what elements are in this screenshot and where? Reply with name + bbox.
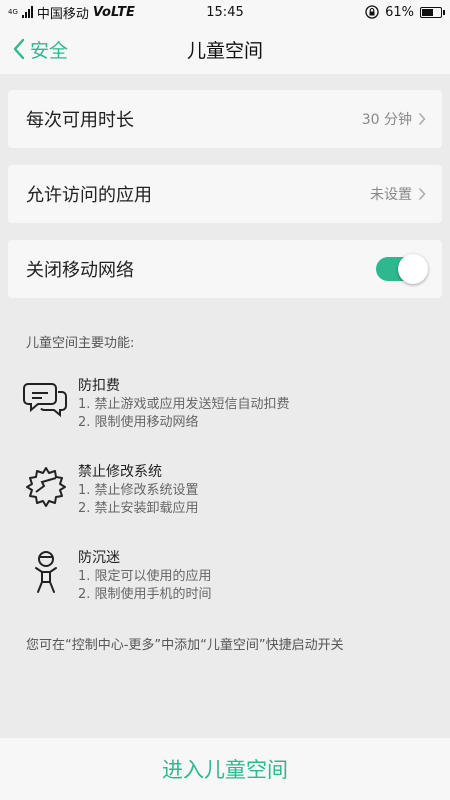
enter-kids-space-button[interactable]: 进入儿童空间 <box>162 754 288 784</box>
carrier-name: 中国移动 <box>36 6 89 22</box>
feature-line: 1. 限定可以使用的应用 <box>78 569 212 584</box>
feature-line: 2. 限制使用移动网络 <box>78 415 199 430</box>
back-button[interactable]: 安全 <box>12 24 68 74</box>
broken-gear-icon <box>26 467 66 507</box>
status-right: 61% <box>365 4 445 20</box>
feature-text: 防沉迷 1. 限定可以使用的应用 2. 限制使用手机的时间 <box>78 548 212 604</box>
chevron-right-icon <box>418 187 426 201</box>
nav-bar: 安全 儿童空间 <box>0 24 450 74</box>
chat-bubbles-icon <box>23 383 67 418</box>
setting-duration[interactable]: 每次可用时长 30 分钟 <box>8 90 442 148</box>
toggle-knob <box>398 254 428 284</box>
bottom-bar: 进入儿童空间 <box>0 738 450 800</box>
mobile-network-toggle[interactable] <box>376 254 428 284</box>
rotation-lock-icon <box>365 5 379 19</box>
setting-allowed-apps-value-group: 未设置 <box>370 184 426 204</box>
network-type: 4G <box>8 8 18 16</box>
feature-text: 禁止修改系统 1. 禁止修改系统设置 2. 禁止安装卸载应用 <box>78 462 199 518</box>
setting-mobile-network-label: 关闭移动网络 <box>26 260 134 281</box>
feature-line: 1. 禁止修改系统设置 <box>78 483 199 498</box>
setting-mobile-network: 关闭移动网络 <box>8 240 442 298</box>
battery-fill <box>422 8 433 16</box>
setting-duration-value-group: 30 分钟 <box>362 109 426 129</box>
back-button-label: 安全 <box>30 39 69 62</box>
status-bar: 4G 中国移动 VoLTE 15:45 61% <box>0 0 450 24</box>
feature-line: 1. 禁止游戏或应用发送短信自动扣费 <box>78 397 290 412</box>
feature-line: 2. 限制使用手机的时间 <box>78 587 212 602</box>
volte-label: VoLTE <box>92 4 135 20</box>
footnote: 您可在“控制中心-更多”中添加“儿童空间”快捷启动开关 <box>26 638 344 653</box>
setting-allowed-apps-value: 未设置 <box>370 187 412 203</box>
setting-allowed-apps[interactable]: 允许访问的应用 未设置 <box>8 165 442 223</box>
feature-title: 防扣费 <box>78 378 120 394</box>
feature-item: 防沉迷 1. 限定可以使用的应用 2. 限制使用手机的时间 <box>22 548 422 604</box>
battery-icon <box>420 6 445 18</box>
setting-duration-label: 每次可用时长 <box>26 110 134 131</box>
feature-text: 防扣费 1. 禁止游戏或应用发送短信自动扣费 2. 限制使用移动网络 <box>78 376 290 432</box>
feature-line: 2. 禁止安装卸载应用 <box>78 501 199 516</box>
chevron-left-icon <box>13 38 25 60</box>
feature-title: 禁止修改系统 <box>78 464 162 480</box>
features-heading: 儿童空间主要功能: <box>26 336 135 351</box>
setting-allowed-apps-label: 允许访问的应用 <box>26 185 152 206</box>
setting-duration-value: 30 分钟 <box>361 112 412 128</box>
page-title: 儿童空间 <box>186 39 263 62</box>
status-left: 4G 中国移动 VoLTE <box>8 3 135 22</box>
signal-icon <box>21 6 33 18</box>
battery-percent: 61% <box>385 4 414 20</box>
feature-item: 禁止修改系统 1. 禁止修改系统设置 2. 禁止安装卸载应用 <box>22 462 422 518</box>
feature-item: 防扣费 1. 禁止游戏或应用发送短信自动扣费 2. 限制使用移动网络 <box>22 376 422 432</box>
child-figure-icon <box>35 551 57 593</box>
feature-title: 防沉迷 <box>78 550 120 566</box>
chevron-right-icon <box>418 112 426 126</box>
